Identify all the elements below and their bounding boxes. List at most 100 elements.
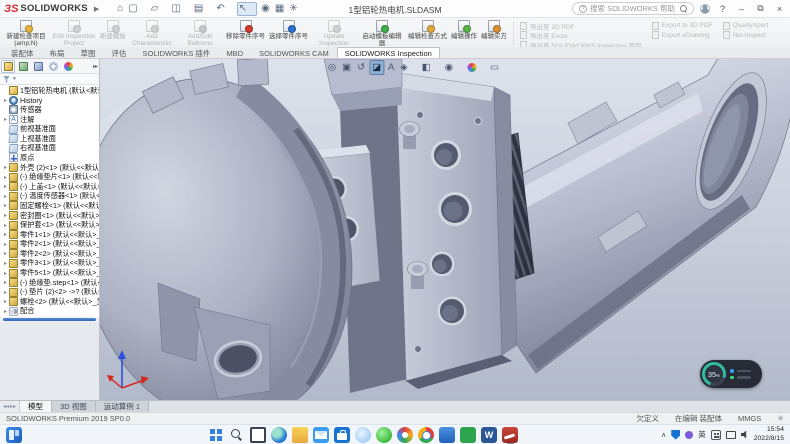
quick-access-button[interactable]: ↖ ▾ xyxy=(237,2,257,16)
expand-arrow-icon[interactable]: ▸ xyxy=(2,250,9,257)
tab-scroll-buttons[interactable]: ◂◂ ▸▸ xyxy=(0,401,20,412)
tree-item[interactable]: ▸ 密封圈<1> (默认<<默认>_显示状 xyxy=(2,211,99,221)
tray-app-icon[interactable] xyxy=(685,431,693,439)
tree-item[interactable]: ▸ 零件2<1> (默认<<默认>_显示状 xyxy=(2,240,99,250)
document-tab[interactable]: 模型 xyxy=(20,401,52,412)
units-selector[interactable]: MMGS xyxy=(738,414,761,423)
search-icon[interactable] xyxy=(680,5,687,12)
tree-item[interactable]: ▸ 零件2<2> (默认<<默认>_显示状 xyxy=(2,249,99,259)
ime-keyboard-icon[interactable] xyxy=(711,430,721,440)
ribbon-button[interactable]: Add/Edit Balloons xyxy=(176,19,224,47)
taskbar-app-button[interactable] xyxy=(208,427,224,444)
filter-funnel-icon[interactable] xyxy=(3,76,10,83)
expand-arrow-icon[interactable]: ▸ xyxy=(2,289,9,296)
expand-arrow-icon[interactable]: ▸ xyxy=(2,260,9,267)
scroll-next-icon[interactable]: ▸▸ xyxy=(10,403,16,410)
quick-access-button[interactable]: ▦ ▾ xyxy=(274,2,285,16)
tree-item[interactable]: ▸ (-) 温度传感器<1> (默认<<默认>_ xyxy=(2,192,99,202)
export-button[interactable]: Export eDrawing xyxy=(652,31,713,39)
quick-access-button[interactable]: ▱ ▾ xyxy=(150,2,168,16)
battery-overlay-widget[interactable]: 35 % xyxy=(700,360,762,388)
taskbar-app-button[interactable] xyxy=(460,427,476,444)
tree-item[interactable]: ▸ (-) 上盖<1> (默认<<默认>_显示状 xyxy=(2,182,99,192)
ribbon-button[interactable]: Update Inspection Project xyxy=(310,19,358,47)
login-user-icon[interactable] xyxy=(700,4,710,14)
expand-arrow-icon[interactable]: ▸ xyxy=(2,241,9,248)
quick-access-button[interactable]: ◫ ▾ xyxy=(170,2,189,16)
tree-item[interactable]: ▸ (-) 绝缘垫.step<1> (默认<<默认> xyxy=(2,278,99,288)
expand-arrow-icon[interactable]: ▸ xyxy=(2,202,9,209)
restore-button[interactable]: ⧉ xyxy=(754,3,767,14)
view-tool-button[interactable]: ◎ ▾ xyxy=(326,60,338,75)
command-tab[interactable]: MBD xyxy=(218,47,251,58)
view-tool-button[interactable]: ▣ ▾ xyxy=(340,60,353,75)
tree-item[interactable]: ▸ 外壳 (2)<1> (默认<<默认>_显示状 xyxy=(2,163,99,173)
tab-dimxpert-manager[interactable] xyxy=(46,60,60,73)
tree-item[interactable]: ▸ History xyxy=(2,96,99,106)
taskbar-app-button[interactable] xyxy=(250,427,266,444)
quick-access-button[interactable]: ⌂ ▾ xyxy=(116,2,124,16)
export-button[interactable]: Net-Inspect xyxy=(723,31,769,39)
expand-arrow-icon[interactable]: ▸ xyxy=(2,116,9,123)
command-tab[interactable]: 布局 xyxy=(42,47,73,58)
panel-tab-overflow-icon[interactable]: ▸▸ xyxy=(93,63,98,70)
scroll-first-icon[interactable]: ◂◂ xyxy=(3,403,9,410)
command-tab[interactable]: SOLIDWORKS CAM xyxy=(251,47,337,58)
expand-arrow-icon[interactable]: ▸ xyxy=(2,231,9,238)
tree-item[interactable]: ▸ (-) 垫片 (2)<2> ->? (默认<<默认> xyxy=(2,287,99,297)
view-tool-button[interactable]: ◧ ▾ xyxy=(420,60,441,75)
ribbon-button[interactable]: 新建检查项目(amp;N) xyxy=(2,19,50,47)
taskbar-app-button[interactable] xyxy=(334,427,350,444)
clock[interactable]: 15:54 2022/8/15 xyxy=(754,426,784,442)
expand-arrow-icon[interactable]: ▸ xyxy=(2,298,9,305)
expand-arrow-icon[interactable]: ▸ xyxy=(2,222,9,229)
taskbar-app-button[interactable] xyxy=(502,427,518,444)
quick-access-button[interactable]: ✳ ▾ xyxy=(288,2,306,16)
menu-expander-icon[interactable]: ▶ xyxy=(94,5,99,13)
expand-arrow-icon[interactable]: ▸ xyxy=(2,212,9,219)
tree-item[interactable]: ▸ 零件3<1> (默认<<默认>_显示状 xyxy=(2,259,99,269)
network-monitor-icon[interactable] xyxy=(726,431,736,439)
tree-item[interactable]: ▸ 传感器 xyxy=(2,105,99,115)
document-tab[interactable]: 3D 视图 xyxy=(52,401,96,412)
help-search-box[interactable]: ? 搜索 SOLIDWORKS 帮助 xyxy=(572,2,694,15)
ribbon-button[interactable]: Edit Inspection Project xyxy=(50,19,98,47)
3d-viewport[interactable]: ◎ ▾ ▣ ▾ ↺ ▾ ◪ ▾ xyxy=(100,59,790,400)
view-tool-button[interactable]: ▭ ▾ xyxy=(488,60,509,75)
quick-access-button[interactable]: ▤ ▾ xyxy=(193,2,212,16)
expand-arrow-icon[interactable]: ▸ xyxy=(2,270,9,277)
taskbar-app-button[interactable] xyxy=(439,427,455,444)
taskbar-app-button[interactable]: W xyxy=(481,427,497,444)
tree-item[interactable]: ▸ 前视基准面 xyxy=(2,124,99,134)
tree-item[interactable]: ▸ 右视基准面 xyxy=(2,144,99,154)
expand-arrow-icon[interactable]: ▸ xyxy=(2,308,9,315)
ribbon-button[interactable]: 选择零件序号 xyxy=(267,19,310,47)
status-options-icon[interactable]: ✳ xyxy=(777,414,784,423)
rollback-bar[interactable] xyxy=(3,318,96,321)
tree-item[interactable]: ▸ 螺栓<2> (默认<<默认>_显示状态 xyxy=(2,297,99,307)
taskbar-app-button[interactable] xyxy=(418,427,434,444)
taskbar-app-button[interactable] xyxy=(292,427,308,444)
hidden-icons-chevron[interactable]: ∧ xyxy=(661,431,666,439)
export-button[interactable]: QualityXpert xyxy=(723,22,769,30)
model-scene[interactable] xyxy=(100,59,790,400)
tree-item[interactable]: ▸ 上视基准面 xyxy=(2,134,99,144)
input-language[interactable]: 英 xyxy=(698,429,706,440)
widgets-button[interactable] xyxy=(6,427,22,443)
model-flange[interactable] xyxy=(394,73,517,381)
export-button[interactable]: 导出至 Excel xyxy=(520,31,642,39)
tab-feature-manager[interactable] xyxy=(1,60,15,73)
view-tool-button[interactable]: ● ▾ xyxy=(465,60,486,75)
expand-arrow-icon[interactable]: ▸ xyxy=(2,279,9,286)
quick-access-button[interactable]: ↶ ▾ xyxy=(215,2,233,16)
close-button[interactable]: × xyxy=(773,4,786,14)
tree-item[interactable]: ▸ (-) 绝缘垫片<1> (默认<<默认>_显 xyxy=(2,172,99,182)
ribbon-button[interactable]: 启动模板编辑器 xyxy=(358,19,406,47)
command-tab[interactable]: SOLIDWORKS Inspection xyxy=(337,47,440,58)
view-tool-button[interactable]: ◪ ▾ xyxy=(369,60,384,75)
tab-display-manager[interactable] xyxy=(61,60,75,73)
ribbon-button[interactable]: 编辑操作 xyxy=(449,19,479,47)
tree-item[interactable]: ▸ 注解 xyxy=(2,115,99,125)
command-tab[interactable]: SOLIDWORKS 插件 xyxy=(135,47,219,58)
command-tab[interactable]: 评估 xyxy=(104,47,135,58)
